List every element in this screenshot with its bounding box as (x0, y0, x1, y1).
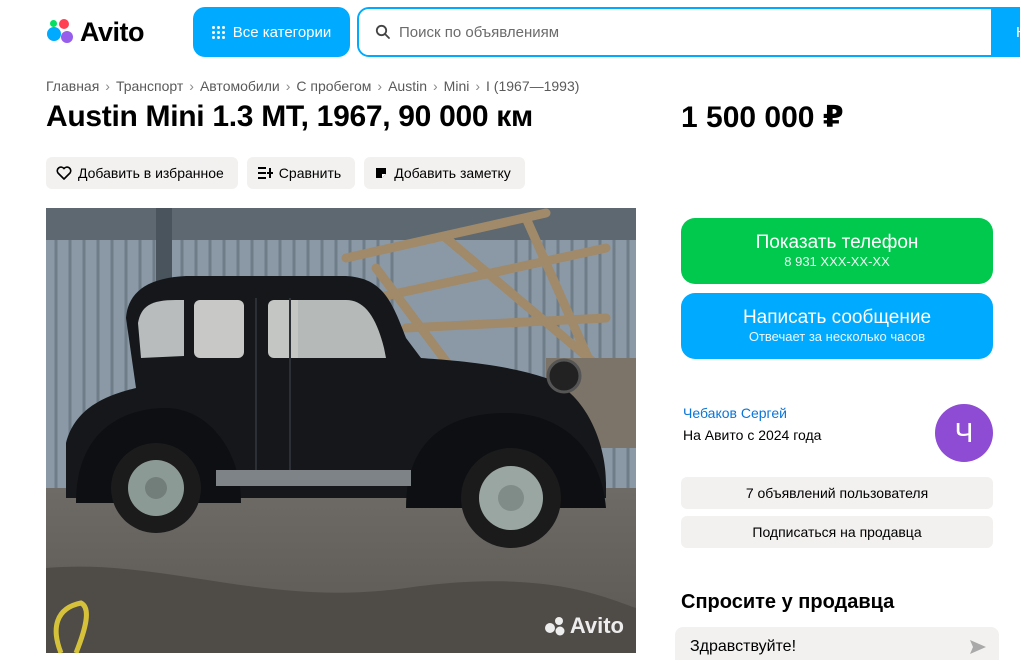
show-phone-button[interactable]: Показать телефон 8 931 XXX-XX-XX (681, 218, 993, 284)
add-note-button[interactable]: Добавить заметку (364, 157, 525, 189)
write-message-button[interactable]: Написать сообщение Отвечает за несколько… (681, 293, 993, 359)
search-input[interactable] (399, 23, 959, 41)
grid-dots-icon (211, 25, 225, 39)
avito-logo[interactable]: Avito (46, 16, 145, 48)
breadcrumb-item-transport[interactable]: Транспорт (116, 78, 183, 94)
breadcrumb: Главная › Транспорт › Автомобили › С про… (46, 78, 579, 94)
breadcrumb-item-model[interactable]: Mini (444, 78, 470, 94)
response-time: Отвечает за несколько часов (748, 329, 926, 344)
breadcrumb-separator: › (285, 78, 291, 94)
all-categories-button[interactable]: Все категории (193, 7, 350, 57)
heart-icon (56, 166, 72, 180)
ask-seller-prefill: Здравствуйте! (690, 638, 797, 655)
photo-watermark-text: Avito (569, 613, 624, 638)
add-to-favorites-button[interactable]: Добавить в избранное (46, 157, 238, 189)
search-field[interactable] (359, 9, 991, 55)
search-icon (375, 24, 390, 39)
show-phone-label: Показать телефон (755, 232, 919, 253)
listing-actions: Добавить в избранное Сравнить Добавить з… (46, 157, 525, 189)
logo-dots-icon (46, 18, 74, 46)
add-to-favorites-label: Добавить в избранное (78, 165, 224, 181)
breadcrumb-separator: › (377, 78, 383, 94)
add-note-label: Добавить заметку (394, 165, 511, 181)
listing-price: 1 500 000 ₽ (681, 101, 844, 134)
breadcrumb-separator: › (433, 78, 438, 94)
avito-watermark-icon (544, 617, 565, 636)
compare-label: Сравнить (278, 165, 342, 181)
listing-photo[interactable]: Avito (46, 208, 636, 653)
send-icon[interactable] (969, 639, 987, 655)
phone-masked: 8 931 XXX-XX-XX (784, 254, 890, 269)
seller-avatar[interactable]: Ч (935, 404, 993, 462)
note-icon (376, 168, 387, 178)
compare-icon (257, 167, 273, 179)
ask-seller-input[interactable]: Здравствуйте! (675, 627, 999, 660)
compare-button[interactable]: Сравнить (246, 157, 356, 189)
breadcrumb-item-cars[interactable]: Автомобили (200, 78, 280, 94)
breadcrumb-separator: › (105, 78, 110, 94)
breadcrumb-item-home[interactable]: Главная (46, 78, 99, 94)
seller-name-link[interactable]: Чебаков Сергей (683, 405, 787, 421)
breadcrumb-item-brand[interactable]: Austin (388, 78, 427, 94)
search-button-label: Н (1016, 24, 1020, 41)
photo-watermark: Avito (544, 613, 624, 639)
all-categories-label: Все категории (232, 23, 332, 41)
breadcrumb-separator: › (189, 78, 194, 94)
breadcrumb-separator: › (475, 78, 481, 94)
search-bar: Н (357, 7, 1020, 57)
subscribe-seller-button[interactable]: Подписаться на продавца (681, 516, 993, 548)
search-button[interactable]: Н (991, 7, 1020, 57)
seller-since: На Авито с 2024 года (683, 427, 822, 443)
breadcrumb-item-used[interactable]: С пробегом (296, 78, 371, 94)
ask-seller-heading: Спросите у продавца (681, 591, 895, 613)
listing-title: Austin Mini 1.3 MT, 1967, 90 000 км (46, 100, 533, 133)
car-photo-illustration (46, 208, 636, 653)
logo-text: Avito (80, 16, 145, 47)
seller-listings-button[interactable]: 7 объявлений пользователя (681, 477, 993, 509)
breadcrumb-item-generation[interactable]: I (1967—1993) (486, 78, 579, 94)
write-message-label: Написать сообщение (742, 307, 932, 328)
